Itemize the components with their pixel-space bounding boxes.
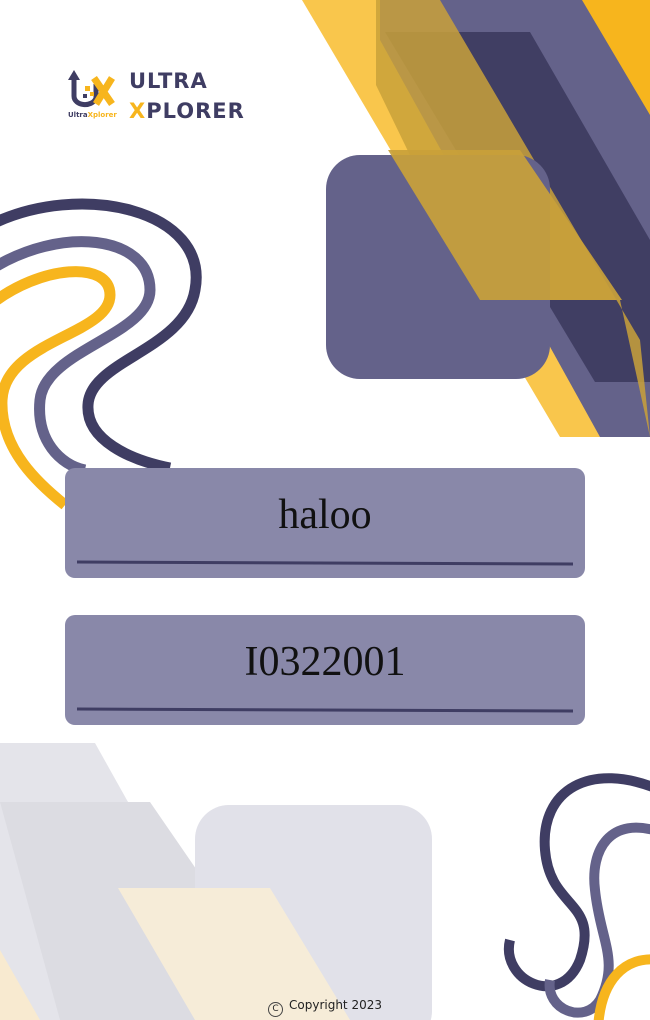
logo-text-ultra: ULTRA [129,69,208,93]
id-underline [77,707,573,713]
id-field[interactable]: I0322001 [65,615,585,725]
swirl-navy-right [503,773,650,992]
logo-subtitle-ultra: Ultra [68,111,88,119]
copyright-footer: C Copyright 2023 [0,998,650,1017]
copyright-text: Copyright 2023 [289,998,382,1012]
name-underline [77,560,573,566]
logo-subtitle: UltraXplorer [68,111,117,119]
copyright-icon: C [268,1002,283,1017]
name-field[interactable]: haloo [65,468,585,578]
name-value: haloo [278,492,372,538]
brand-logo: ULTRA XPLORER UltraXplorer [66,64,246,124]
logo-text-xplorer: XPLORER [129,101,245,122]
logo-subtitle-xplorer: Xplorer [87,111,117,119]
logo-text-plorer: PLORER [146,99,245,123]
card-page: ULTRA XPLORER UltraXplorer haloo I032200… [0,0,650,1020]
id-value: I0322001 [244,639,406,685]
logo-text-x: X [129,99,147,123]
